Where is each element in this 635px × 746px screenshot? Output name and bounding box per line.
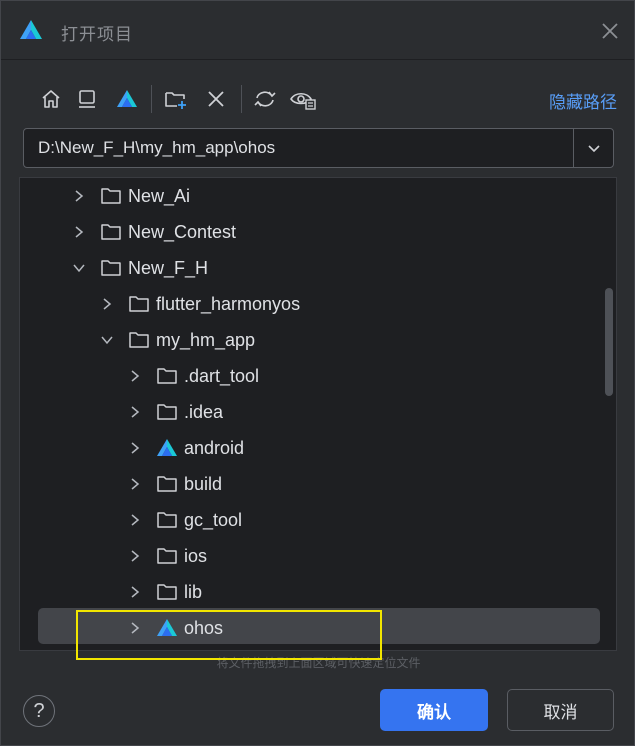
tree-item-label: lib — [184, 582, 203, 602]
folder-icon — [157, 548, 177, 564]
tree-item-label: .idea — [184, 402, 224, 422]
chevron-right-icon[interactable] — [128, 585, 142, 599]
file-tree[interactable]: New_Ai New_Contest New_F_H flutter_harmonyo… — [19, 177, 617, 651]
path-input[interactable] — [24, 129, 572, 167]
project-icon — [117, 90, 137, 107]
tree-item-label: flutter_harmonyos — [156, 294, 301, 314]
home-icon — [42, 90, 60, 108]
title-bar: 打开项目 — [1, 1, 634, 60]
show-hidden-button[interactable] — [289, 85, 317, 113]
refresh-icon — [254, 91, 276, 107]
dialog-title: 打开项目 — [61, 25, 133, 44]
chevron-right-icon[interactable] — [100, 297, 114, 311]
show-hidden-icon — [290, 92, 316, 110]
help-button[interactable]: ? — [23, 695, 55, 727]
path-combobox — [23, 128, 614, 168]
folder-icon — [129, 296, 149, 312]
tree-item-label: build — [184, 474, 223, 494]
tree-row[interactable]: New_Ai — [20, 178, 616, 214]
project-icon — [157, 619, 177, 636]
chevron-right-icon[interactable] — [128, 441, 142, 455]
tree-row[interactable]: New_F_H — [20, 250, 616, 286]
chevron-right-icon[interactable] — [128, 405, 142, 419]
tree-item-label: New_F_H — [128, 258, 209, 278]
toolbar: 隐藏路径 — [37, 85, 617, 113]
tree-item-label: New_Ai — [128, 186, 191, 206]
chevron-right-icon[interactable] — [128, 477, 142, 491]
tree-item-label: gc_tool — [184, 510, 243, 530]
folder-icon — [129, 332, 149, 348]
folder-icon — [101, 260, 121, 276]
chevron-down-icon[interactable] — [100, 333, 114, 347]
folder-icon — [157, 368, 177, 384]
tree-row[interactable]: ohos — [20, 610, 616, 646]
project-button[interactable] — [113, 85, 141, 113]
open-project-dialog: 打开项目 隐藏路径 D:\New_F_H\my_hm_app\ohos New_… — [0, 0, 635, 746]
folder-icon — [157, 512, 177, 528]
home-button[interactable] — [37, 85, 65, 113]
tree-row[interactable]: my_hm_app — [20, 322, 616, 358]
path-dropdown-button[interactable] — [574, 129, 613, 167]
tree-row[interactable]: gc_tool — [20, 502, 616, 538]
project-icon — [157, 439, 177, 456]
tree-row[interactable]: lib — [20, 574, 616, 610]
chevron-down-icon — [587, 145, 600, 153]
desktop-icon — [79, 90, 95, 108]
tree-item-label: ohos — [184, 618, 224, 638]
tree-item-label: New_Contest — [128, 222, 237, 242]
cancel-button[interactable]: 取消 — [507, 689, 614, 731]
drag-drop-hint: 将文件拖拽到上面区域可快速定位文件 — [216, 656, 421, 670]
tree-scrollbar[interactable] — [605, 288, 613, 396]
toolbar-separator — [241, 85, 242, 113]
desktop-button[interactable] — [73, 85, 101, 113]
refresh-button[interactable] — [251, 85, 279, 113]
close-icon[interactable] — [597, 18, 623, 44]
deveco-logo-icon — [20, 20, 42, 39]
tree-row[interactable]: android — [20, 430, 616, 466]
tree-item-label: .dart_tool — [184, 366, 260, 386]
tree-item-label: android — [184, 438, 245, 458]
delete-icon — [208, 91, 224, 107]
chevron-right-icon[interactable] — [128, 549, 142, 563]
folder-icon — [157, 476, 177, 492]
tree-item-label: ios — [184, 546, 208, 566]
chevron-right-icon[interactable] — [72, 225, 86, 239]
new-folder-button[interactable] — [162, 85, 190, 113]
chevron-right-icon[interactable] — [72, 189, 86, 203]
tree-row[interactable]: .idea — [20, 394, 616, 430]
folder-icon — [157, 584, 177, 600]
toolbar-separator — [151, 85, 152, 113]
folder-icon — [101, 224, 121, 240]
chevron-right-icon[interactable] — [128, 621, 142, 635]
tree-row[interactable]: New_Contest — [20, 214, 616, 250]
tree-row[interactable]: .dart_tool — [20, 358, 616, 394]
tree-row[interactable]: flutter_harmonyos — [20, 286, 616, 322]
folder-icon — [157, 404, 177, 420]
chevron-right-icon[interactable] — [128, 513, 142, 527]
tree-row[interactable]: build — [20, 466, 616, 502]
tree-row[interactable]: ios — [20, 538, 616, 574]
hide-path-link[interactable]: 隐藏路径 — [549, 88, 617, 113]
chevron-down-icon[interactable] — [72, 261, 86, 275]
tree-item-label: my_hm_app — [156, 330, 256, 350]
delete-button[interactable] — [202, 85, 230, 113]
folder-icon — [101, 188, 121, 204]
new-folder-icon — [165, 92, 186, 109]
chevron-right-icon[interactable] — [128, 369, 142, 383]
confirm-button[interactable]: 确认 — [380, 689, 488, 731]
